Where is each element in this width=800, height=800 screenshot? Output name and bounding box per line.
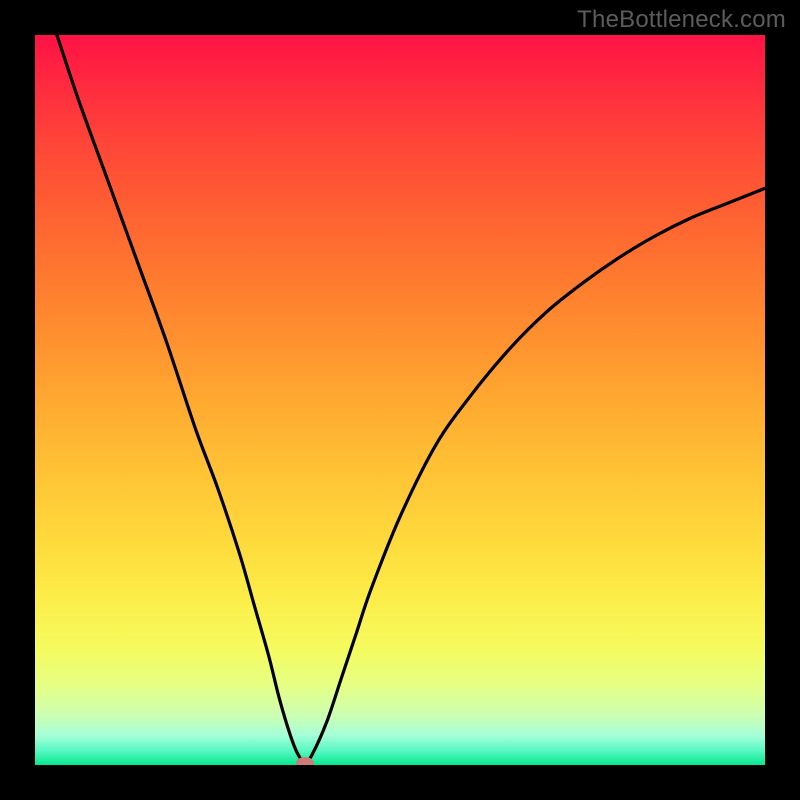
minimum-marker (296, 757, 314, 765)
watermark-text: TheBottleneck.com (577, 6, 786, 34)
bottleneck-curve (35, 35, 765, 765)
plot-area (35, 35, 765, 765)
